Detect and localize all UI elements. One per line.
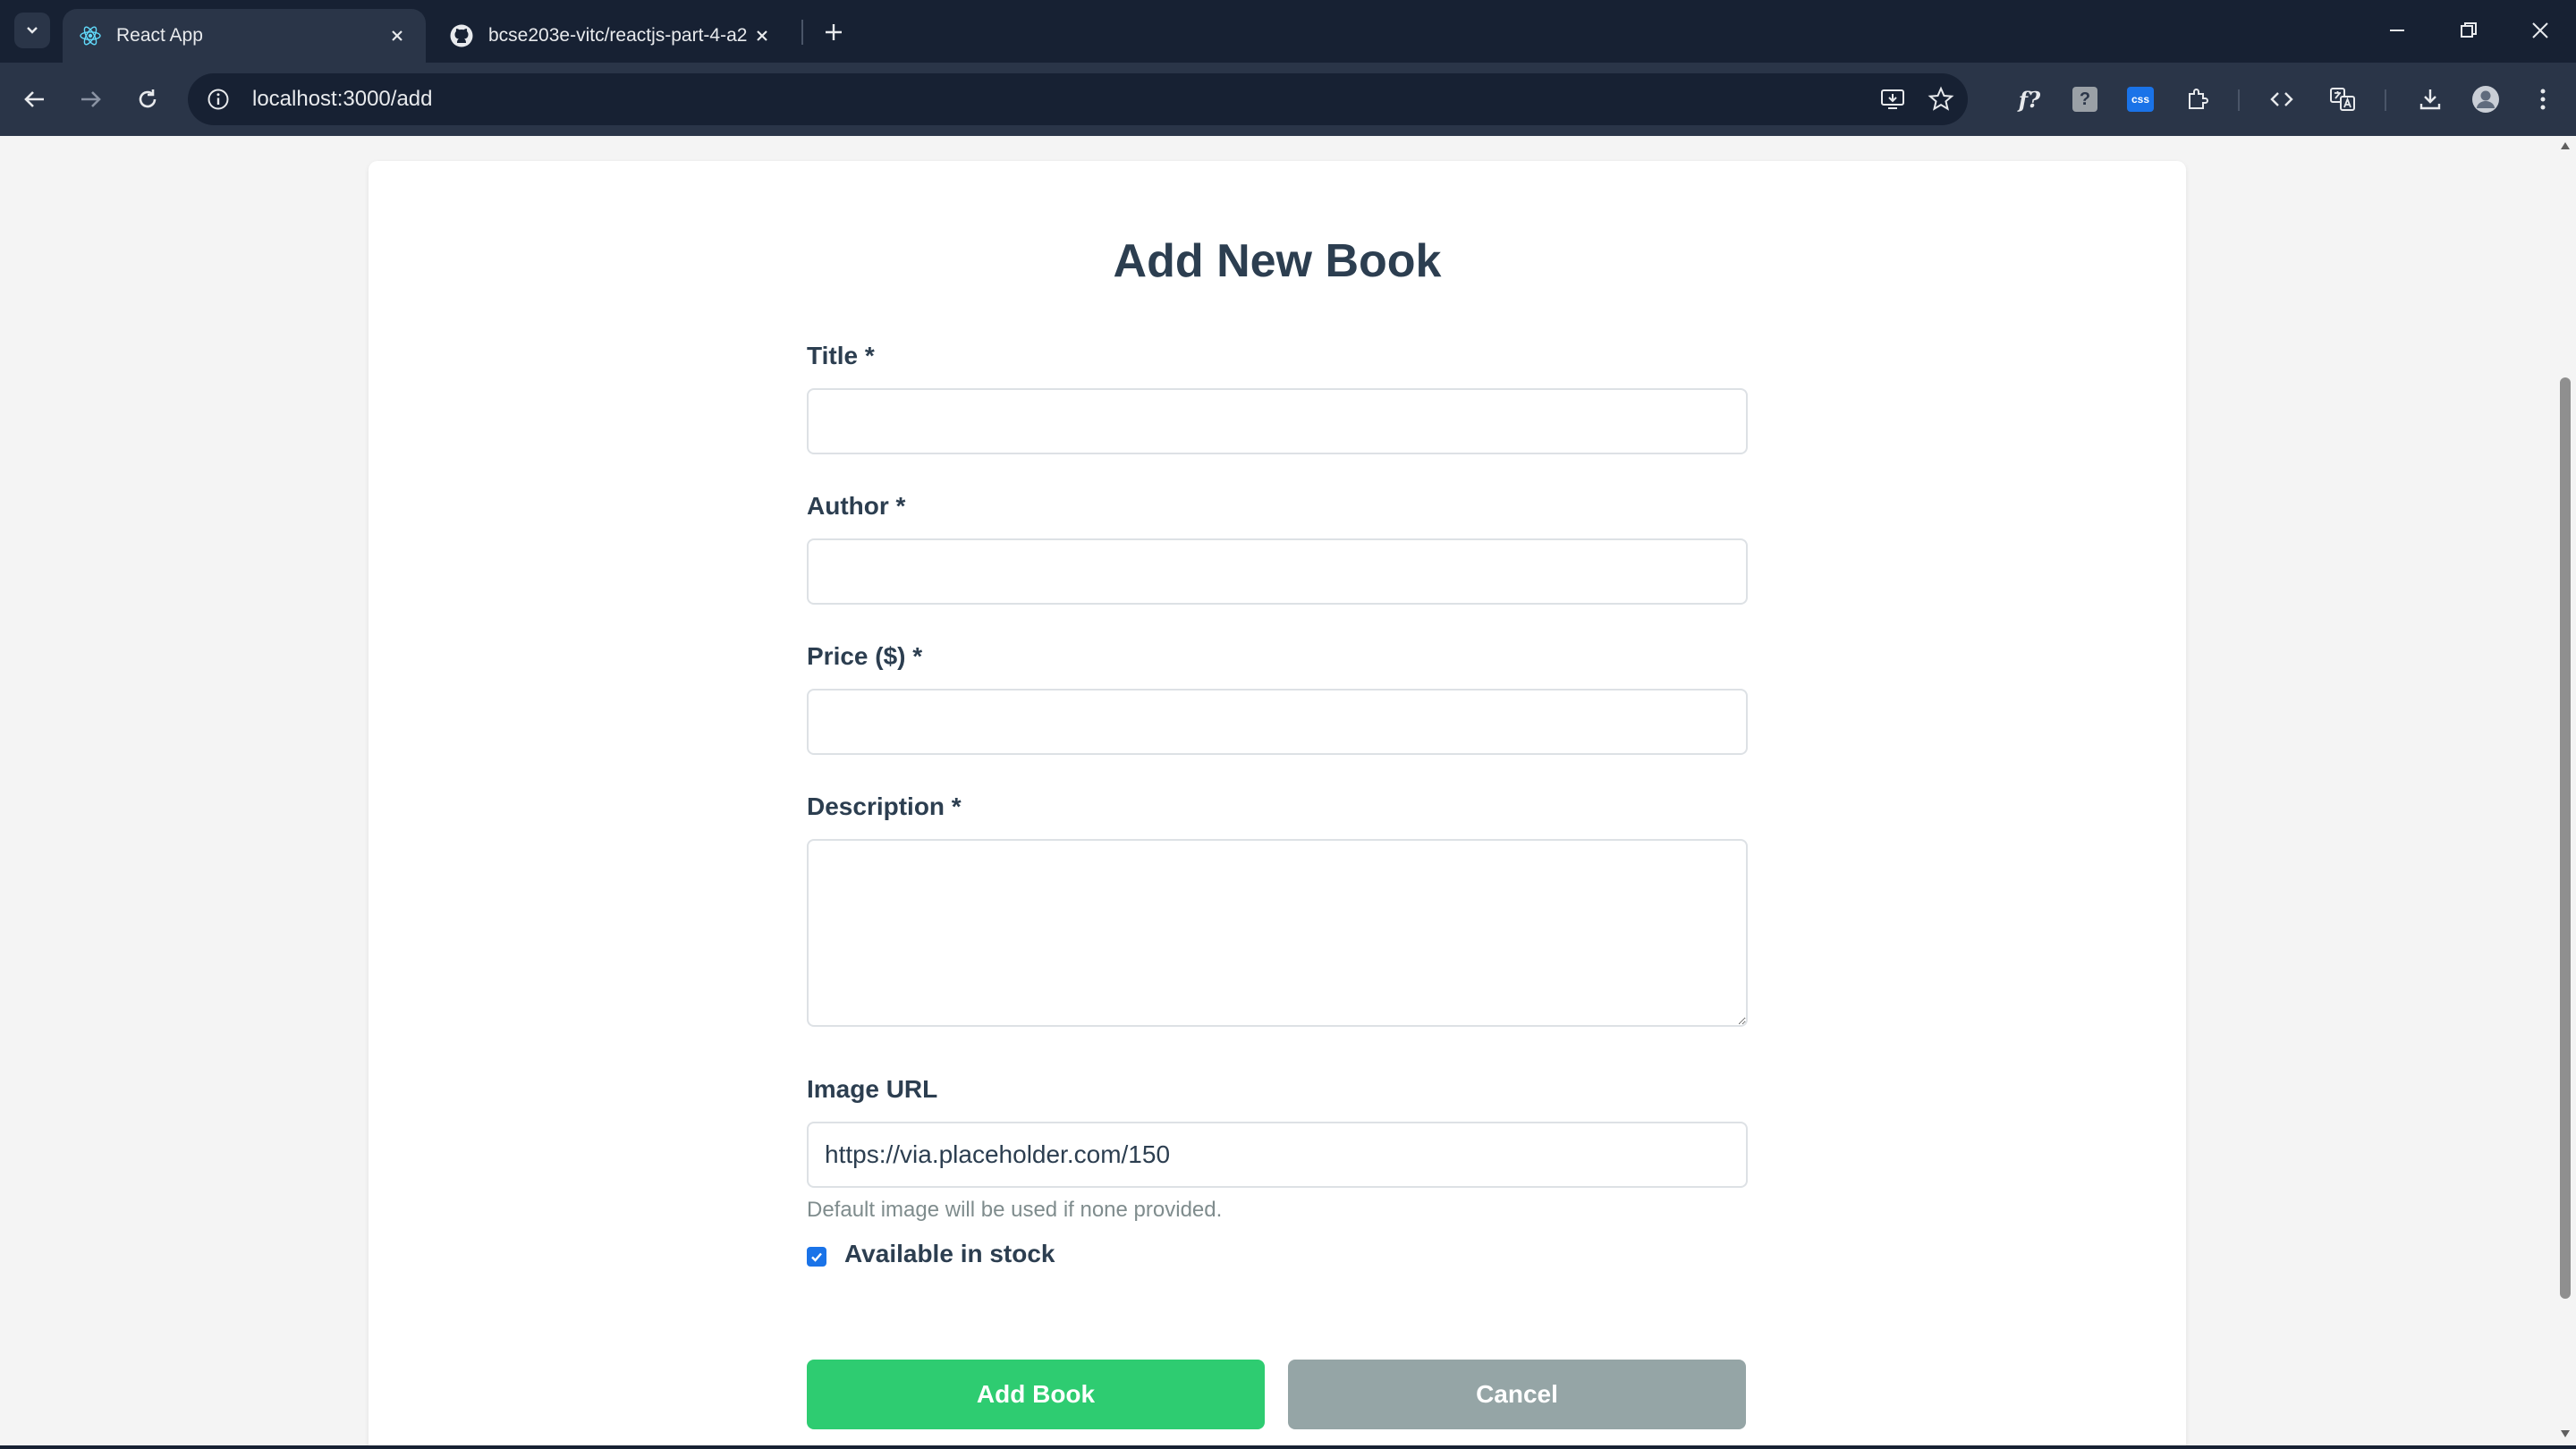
restore-button[interactable] bbox=[2447, 13, 2490, 48]
translate-icon[interactable] bbox=[2324, 80, 2361, 118]
stock-checkbox[interactable] bbox=[807, 1247, 826, 1267]
vertical-scrollbar[interactable] bbox=[2555, 136, 2576, 1447]
scroll-up-arrow-icon[interactable] bbox=[2560, 141, 2571, 150]
new-tab-button[interactable] bbox=[816, 14, 852, 50]
bookmark-star-icon[interactable] bbox=[1925, 83, 1957, 115]
minimize-icon bbox=[2390, 30, 2404, 31]
extension-label: css bbox=[2131, 93, 2150, 106]
browser-toolbar: localhost:3000/add f? ? css bbox=[0, 63, 2576, 136]
arrow-right-icon bbox=[81, 91, 101, 107]
scroll-down-arrow-icon[interactable] bbox=[2560, 1429, 2571, 1438]
extensions-puzzle-icon[interactable] bbox=[2179, 80, 2216, 118]
code-view-icon[interactable] bbox=[2263, 80, 2301, 118]
extension-label: ? bbox=[2079, 89, 2091, 109]
image-url-input[interactable] bbox=[807, 1122, 1748, 1188]
author-label: Author * bbox=[807, 492, 906, 520]
close-icon bbox=[2532, 22, 2548, 38]
arrow-left-icon bbox=[24, 91, 44, 107]
page-title: Add New Book bbox=[1113, 235, 1442, 287]
toolbar-divider bbox=[2238, 89, 2240, 111]
title-label: Title * bbox=[807, 342, 875, 369]
image-url-label: Image URL bbox=[807, 1075, 938, 1103]
install-app-icon[interactable] bbox=[1877, 83, 1909, 115]
toolbar-divider bbox=[2385, 89, 2386, 111]
cancel-button[interactable]: Cancel bbox=[1288, 1360, 1746, 1429]
price-label: Price ($) * bbox=[807, 642, 923, 670]
tab-react-app[interactable]: React App bbox=[63, 9, 426, 63]
menu-kebab-icon[interactable] bbox=[2524, 80, 2562, 118]
close-icon[interactable] bbox=[750, 23, 775, 48]
plus-icon bbox=[826, 24, 842, 40]
tab-title: bcse203e-vitc/reactjs-part-4-a2 bbox=[488, 25, 748, 46]
window-close-button[interactable] bbox=[2519, 13, 2562, 48]
scrollbar-thumb[interactable] bbox=[2560, 377, 2571, 1299]
reload-icon bbox=[139, 89, 157, 108]
close-icon[interactable] bbox=[385, 23, 410, 48]
info-icon[interactable] bbox=[202, 83, 234, 115]
tab-search-button[interactable] bbox=[14, 13, 50, 48]
downloads-icon[interactable] bbox=[2411, 80, 2449, 118]
help-extension-icon[interactable]: ? bbox=[2066, 80, 2104, 118]
back-button[interactable] bbox=[16, 80, 54, 118]
image-help-text: Default image will be used if none provi… bbox=[807, 1198, 1223, 1222]
description-textarea[interactable] bbox=[807, 839, 1748, 1027]
browser-tabstrip: React App bcse203e-vitc/reactjs-part-4-a… bbox=[0, 0, 2576, 63]
reload-button[interactable] bbox=[129, 80, 166, 118]
description-label: Description * bbox=[807, 792, 962, 820]
github-icon bbox=[450, 24, 473, 47]
restore-icon bbox=[2461, 22, 2477, 38]
chevron-down-icon bbox=[27, 27, 38, 34]
add-book-card: Add New Book Title * Author * Price ($) … bbox=[369, 161, 2186, 1447]
title-input[interactable] bbox=[807, 388, 1748, 454]
tab-github[interactable]: bcse203e-vitc/reactjs-part-4-a2 bbox=[433, 9, 791, 63]
profile-avatar-icon[interactable] bbox=[2467, 80, 2504, 118]
url-text: localhost:3000/add bbox=[252, 87, 433, 111]
window-bottom-border bbox=[0, 1445, 2576, 1449]
css-extension-icon[interactable]: css bbox=[2122, 80, 2159, 118]
tab-title: React App bbox=[116, 25, 203, 46]
stock-checkbox-label: Available in stock bbox=[844, 1240, 1055, 1267]
address-bar[interactable]: localhost:3000/add bbox=[188, 73, 1968, 125]
page-viewport: Add New Book Title * Author * Price ($) … bbox=[0, 136, 2555, 1447]
checkmark-icon bbox=[811, 1252, 822, 1262]
react-logo-icon bbox=[80, 26, 101, 46]
stock-checkbox-row[interactable]: Available in stock bbox=[807, 1240, 1055, 1268]
tab-divider bbox=[801, 20, 803, 45]
extension-label: f? bbox=[2018, 86, 2041, 113]
author-input[interactable] bbox=[807, 538, 1748, 605]
minimize-button[interactable] bbox=[2376, 13, 2419, 48]
add-book-button[interactable]: Add Book bbox=[807, 1360, 1265, 1429]
price-input[interactable] bbox=[807, 689, 1748, 755]
function-extension-icon[interactable]: f? bbox=[2011, 80, 2048, 118]
forward-button[interactable] bbox=[72, 80, 109, 118]
